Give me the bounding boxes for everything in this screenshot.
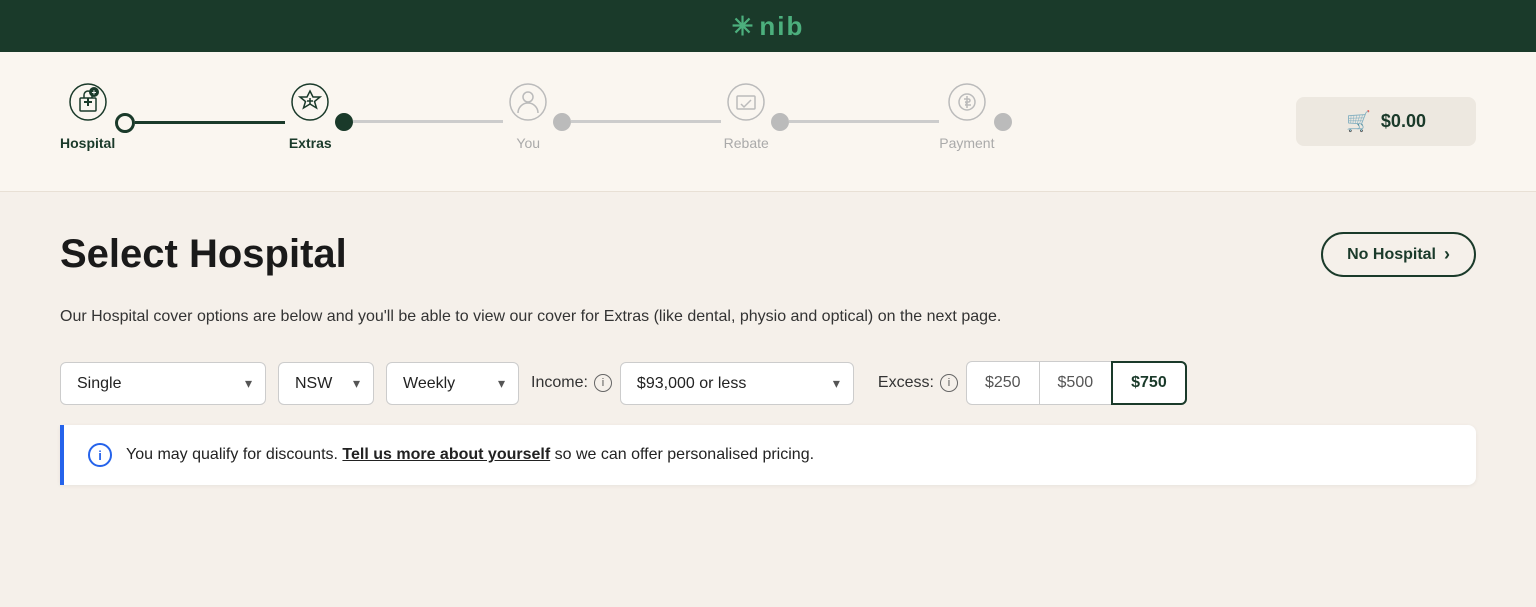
logo-text: nib — [759, 11, 804, 42]
connector-1 — [115, 113, 285, 133]
nib-logo: ✳ nib — [732, 11, 805, 42]
cart[interactable]: 🛒 $0.00 — [1296, 97, 1476, 146]
income-group: Income: i $93,000 or less $93,001 – $108… — [531, 362, 854, 405]
dot-rebate — [771, 113, 789, 131]
line-1 — [135, 121, 285, 124]
income-info-icon[interactable]: i — [594, 374, 612, 392]
hospital-icon: + — [63, 77, 113, 127]
page-title-row: Select Hospital No Hospital › — [60, 232, 1476, 277]
line-4 — [789, 120, 939, 123]
info-banner-text: You may qualify for discounts. Tell us m… — [126, 446, 814, 464]
you-icon — [503, 77, 553, 127]
step-payment[interactable]: Payment — [939, 77, 994, 167]
step-rebate[interactable]: Rebate — [721, 77, 771, 167]
filter-row: Single Couple Family Single Parent Famil… — [60, 361, 1476, 405]
line-2 — [353, 120, 503, 123]
payment-icon — [942, 77, 992, 127]
rebate-icon — [721, 77, 771, 127]
main-content: Select Hospital No Hospital › Our Hospit… — [0, 192, 1536, 515]
line-3 — [571, 120, 721, 123]
step-you[interactable]: You — [503, 77, 553, 167]
frequency-select[interactable]: Weekly Fortnightly Monthly Annually — [386, 362, 519, 405]
subtitle: Our Hospital cover options are below and… — [60, 305, 1476, 329]
dot-hospital — [115, 113, 135, 133]
excess-250-button[interactable]: $250 — [966, 361, 1040, 405]
income-label: Income: i — [531, 374, 612, 392]
cart-amount: $0.00 — [1381, 111, 1426, 132]
dot-you — [553, 113, 571, 131]
excess-500-button[interactable]: $500 — [1040, 361, 1112, 405]
cart-icon: 🛒 — [1346, 109, 1371, 134]
logo-asterisk: ✳ — [732, 11, 756, 42]
steps-row: + Hospital Extras — [60, 77, 1012, 167]
excess-info-icon[interactable]: i — [940, 374, 958, 392]
income-wrapper[interactable]: $93,000 or less $93,001 – $108,000 $108,… — [620, 362, 854, 405]
info-banner-link[interactable]: Tell us more about yourself — [342, 446, 550, 463]
rebate-label: Rebate — [724, 135, 769, 151]
excess-750-button[interactable]: $750 — [1111, 361, 1187, 405]
connector-4 — [771, 113, 939, 131]
extras-icon — [285, 77, 335, 127]
header: ✳ nib — [0, 0, 1536, 52]
cover-type-select[interactable]: Single Couple Family Single Parent Famil… — [60, 362, 266, 405]
frequency-wrapper[interactable]: Weekly Fortnightly Monthly Annually ▾ — [386, 362, 519, 405]
state-wrapper[interactable]: NSW VIC QLD SA WA TAS ACT NT ▾ — [278, 362, 374, 405]
svg-text:+: + — [91, 88, 96, 97]
step-extras[interactable]: Extras — [285, 77, 335, 167]
chevron-right-icon: › — [1444, 244, 1450, 265]
extras-label: Extras — [289, 135, 332, 151]
excess-group: Excess: i $250 $500 $750 — [866, 361, 1187, 405]
info-circle-icon: i — [88, 443, 112, 467]
hospital-label: Hospital — [60, 135, 115, 151]
payment-label: Payment — [939, 135, 994, 151]
no-hospital-label: No Hospital — [1347, 246, 1436, 264]
state-select[interactable]: NSW VIC QLD SA WA TAS ACT NT — [278, 362, 374, 405]
cover-type-wrapper[interactable]: Single Couple Family Single Parent Famil… — [60, 362, 266, 405]
no-hospital-button[interactable]: No Hospital › — [1321, 232, 1476, 277]
connector-3 — [553, 113, 721, 131]
you-label: You — [516, 135, 540, 151]
dot-extras — [335, 113, 353, 131]
connector-2 — [335, 113, 503, 131]
income-select[interactable]: $93,000 or less $93,001 – $108,000 $108,… — [620, 362, 854, 405]
info-banner: i You may qualify for discounts. Tell us… — [60, 425, 1476, 485]
page-title: Select Hospital — [60, 232, 347, 277]
excess-buttons: $250 $500 $750 — [966, 361, 1187, 405]
dot-payment — [994, 113, 1012, 131]
excess-label: Excess: i — [878, 374, 958, 392]
nav-bar: + Hospital Extras — [0, 52, 1536, 192]
connector-5 — [994, 113, 1012, 131]
step-hospital[interactable]: + Hospital — [60, 77, 115, 167]
